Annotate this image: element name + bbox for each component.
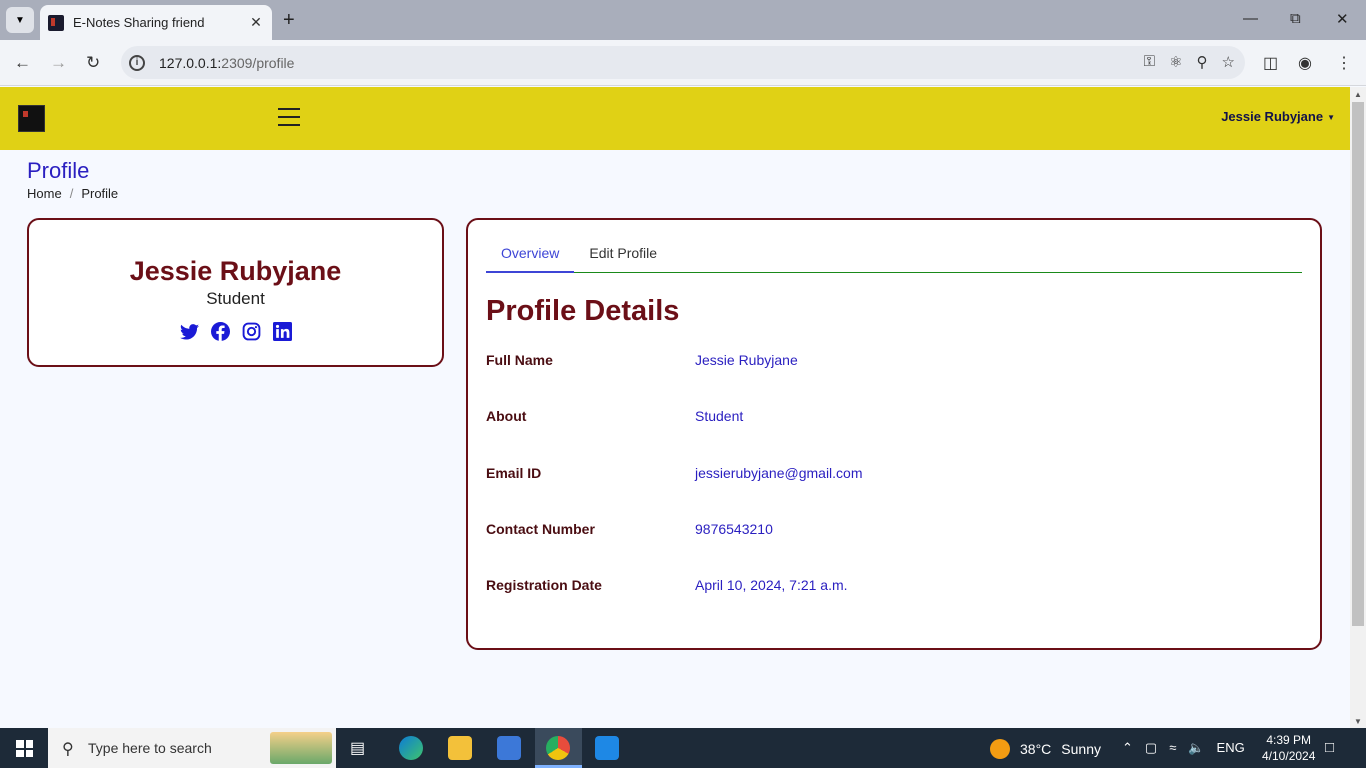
scroll-up-icon[interactable]: ▲ xyxy=(1354,90,1362,99)
taskbar-clock[interactable]: 4:39 PM 4/10/2024 xyxy=(1262,732,1315,764)
edge-icon[interactable] xyxy=(399,736,423,760)
url-host: 127.0.0.1: xyxy=(159,54,222,71)
close-icon[interactable]: ✕ xyxy=(248,14,264,31)
breadcrumb-home-link[interactable]: Home xyxy=(27,186,62,201)
instagram-icon[interactable] xyxy=(241,321,262,342)
detail-value: 9876543210 xyxy=(695,521,773,537)
windows-start-icon[interactable] xyxy=(16,740,33,757)
key-icon[interactable]: ⚿ xyxy=(1144,53,1155,71)
search-icon: ⚲ xyxy=(62,741,74,758)
detail-label: Registration Date xyxy=(486,577,602,593)
language-indicator[interactable]: ENG xyxy=(1217,740,1245,756)
windows-taskbar: ⚲ Type here to search ▤ 38°C Sunny ⌃ ▢ ≈… xyxy=(0,728,1366,768)
window-close-icon[interactable]: ✕ xyxy=(1336,10,1349,28)
bookmark-star-icon[interactable]: ☆ xyxy=(1222,53,1235,71)
tab-edit-profile[interactable]: Edit Profile xyxy=(574,242,672,273)
browser-tab[interactable]: E-Notes Sharing friend ✕ xyxy=(40,5,272,40)
translate-icon[interactable]: ⚛ xyxy=(1169,53,1182,71)
weather-desc: Sunny xyxy=(1061,741,1101,757)
linkedin-icon[interactable] xyxy=(272,321,293,342)
meet-now-icon[interactable]: ▢ xyxy=(1145,740,1157,756)
weather-temp: 38°C xyxy=(1020,741,1052,757)
volume-icon[interactable]: 🔈 xyxy=(1188,740,1204,756)
social-links xyxy=(29,321,442,342)
browser-menu-icon[interactable]: ⋮ xyxy=(1336,53,1352,73)
breadcrumb-current: Profile xyxy=(81,186,119,201)
vscode-icon[interactable] xyxy=(595,736,619,760)
clock-date: 4/10/2024 xyxy=(1262,749,1316,763)
profile-tabs: Overview Edit Profile xyxy=(486,242,1302,273)
clock-time: 4:39 PM xyxy=(1266,733,1312,747)
detail-row-about: About Student xyxy=(486,408,1286,424)
detail-label: Email ID xyxy=(486,465,542,481)
forward-arrow-icon[interactable]: → xyxy=(50,53,67,73)
chrome-icon[interactable] xyxy=(546,736,570,760)
twitter-icon[interactable] xyxy=(179,321,200,342)
page-title: Profile xyxy=(27,158,90,183)
chevron-down-icon: ▼ xyxy=(15,14,25,26)
tab-title: E-Notes Sharing friend xyxy=(73,15,205,30)
user-name: Jessie Rubyjane xyxy=(1221,109,1324,124)
chevron-up-icon[interactable]: ⌃ xyxy=(1122,740,1133,756)
tab-overview[interactable]: Overview xyxy=(486,242,575,273)
detail-label: Full Name xyxy=(486,352,553,368)
restore-icon[interactable]: ⧉ xyxy=(1290,10,1301,27)
hamburger-menu-icon[interactable] xyxy=(278,108,300,126)
detail-row-email: Email ID jessierubyjane@gmail.com xyxy=(486,465,1286,481)
detail-label: About xyxy=(486,408,527,424)
detail-value: Jessie Rubyjane xyxy=(695,352,798,368)
scroll-thumb[interactable] xyxy=(1352,102,1364,626)
site-info-icon[interactable]: i xyxy=(129,54,145,71)
zoom-icon[interactable]: ⚲ xyxy=(1197,53,1208,71)
user-dropdown[interactable]: Jessie Rubyjane ▼ xyxy=(1221,109,1335,124)
new-tab-plus-icon[interactable]: + xyxy=(283,9,295,32)
weather-widget[interactable]: 38°C Sunny xyxy=(990,739,1101,759)
detail-row-contact: Contact Number 9876543210 xyxy=(486,521,1286,537)
detail-row-registration-date: Registration Date April 10, 2024, 7:21 a… xyxy=(486,577,1286,593)
url-path: 2309/profile xyxy=(221,54,295,71)
address-bar[interactable]: i 127.0.0.1: 2309/profile ⚿ ⚛ ⚲ ☆ xyxy=(121,46,1245,79)
taskbar-search-box[interactable]: ⚲ Type here to search xyxy=(48,728,336,768)
side-panel-icon[interactable]: ◫ xyxy=(1263,53,1278,73)
profile-details-card: Overview Edit Profile Profile Details Fu… xyxy=(466,218,1322,650)
minimize-icon[interactable]: — xyxy=(1243,10,1258,27)
file-explorer-icon[interactable] xyxy=(448,736,472,760)
profile-name: Jessie Rubyjane xyxy=(129,256,342,286)
page-scrollbar[interactable]: ▲ ▼ xyxy=(1350,87,1366,728)
microsoft-store-icon[interactable] xyxy=(497,736,521,760)
system-tray: ⌃ ▢ ≈ 🔈 ENG xyxy=(1122,740,1245,756)
profile-avatar-icon[interactable]: ◉ xyxy=(1298,53,1312,73)
breadcrumb: Home / Profile xyxy=(27,186,118,201)
detail-value: Student xyxy=(695,408,744,424)
back-arrow-icon[interactable]: ← xyxy=(14,53,31,73)
notification-icon[interactable]: □ xyxy=(1325,739,1334,756)
scroll-down-icon[interactable]: ▼ xyxy=(1354,717,1362,726)
reload-icon[interactable]: ↻ xyxy=(86,53,100,73)
profile-card: Jessie Rubyjane Student xyxy=(27,218,444,367)
taskbar-search-placeholder: Type here to search xyxy=(88,740,212,756)
facebook-icon[interactable] xyxy=(210,321,231,342)
breadcrumb-separator: / xyxy=(69,186,74,201)
profile-role: Student xyxy=(206,289,265,308)
detail-row-full-name: Full Name Jessie Rubyjane xyxy=(486,352,1286,368)
section-title: Profile Details xyxy=(486,295,680,327)
browser-toolbar: ← → ↻ i 127.0.0.1: 2309/profile ⚿ ⚛ ⚲ ☆ ◫… xyxy=(0,40,1366,86)
detail-label: Contact Number xyxy=(486,521,595,537)
tab-search-button[interactable]: ▼ xyxy=(6,7,34,33)
sun-icon xyxy=(990,739,1010,759)
browser-tab-strip: ▼ E-Notes Sharing friend ✕ + — ⧉ ✕ xyxy=(0,0,1366,40)
task-view-icon[interactable]: ▤ xyxy=(350,738,365,758)
search-highlight-image xyxy=(270,732,332,764)
detail-value: April 10, 2024, 7:21 a.m. xyxy=(695,577,848,593)
detail-value: jessierubyjane@gmail.com xyxy=(695,465,863,481)
wifi-icon[interactable]: ≈ xyxy=(1169,740,1176,756)
site-logo[interactable] xyxy=(18,105,45,132)
caret-down-icon: ▼ xyxy=(1327,113,1335,123)
site-header: Jessie Rubyjane ▼ xyxy=(0,87,1350,150)
site-favicon-icon xyxy=(48,14,64,31)
